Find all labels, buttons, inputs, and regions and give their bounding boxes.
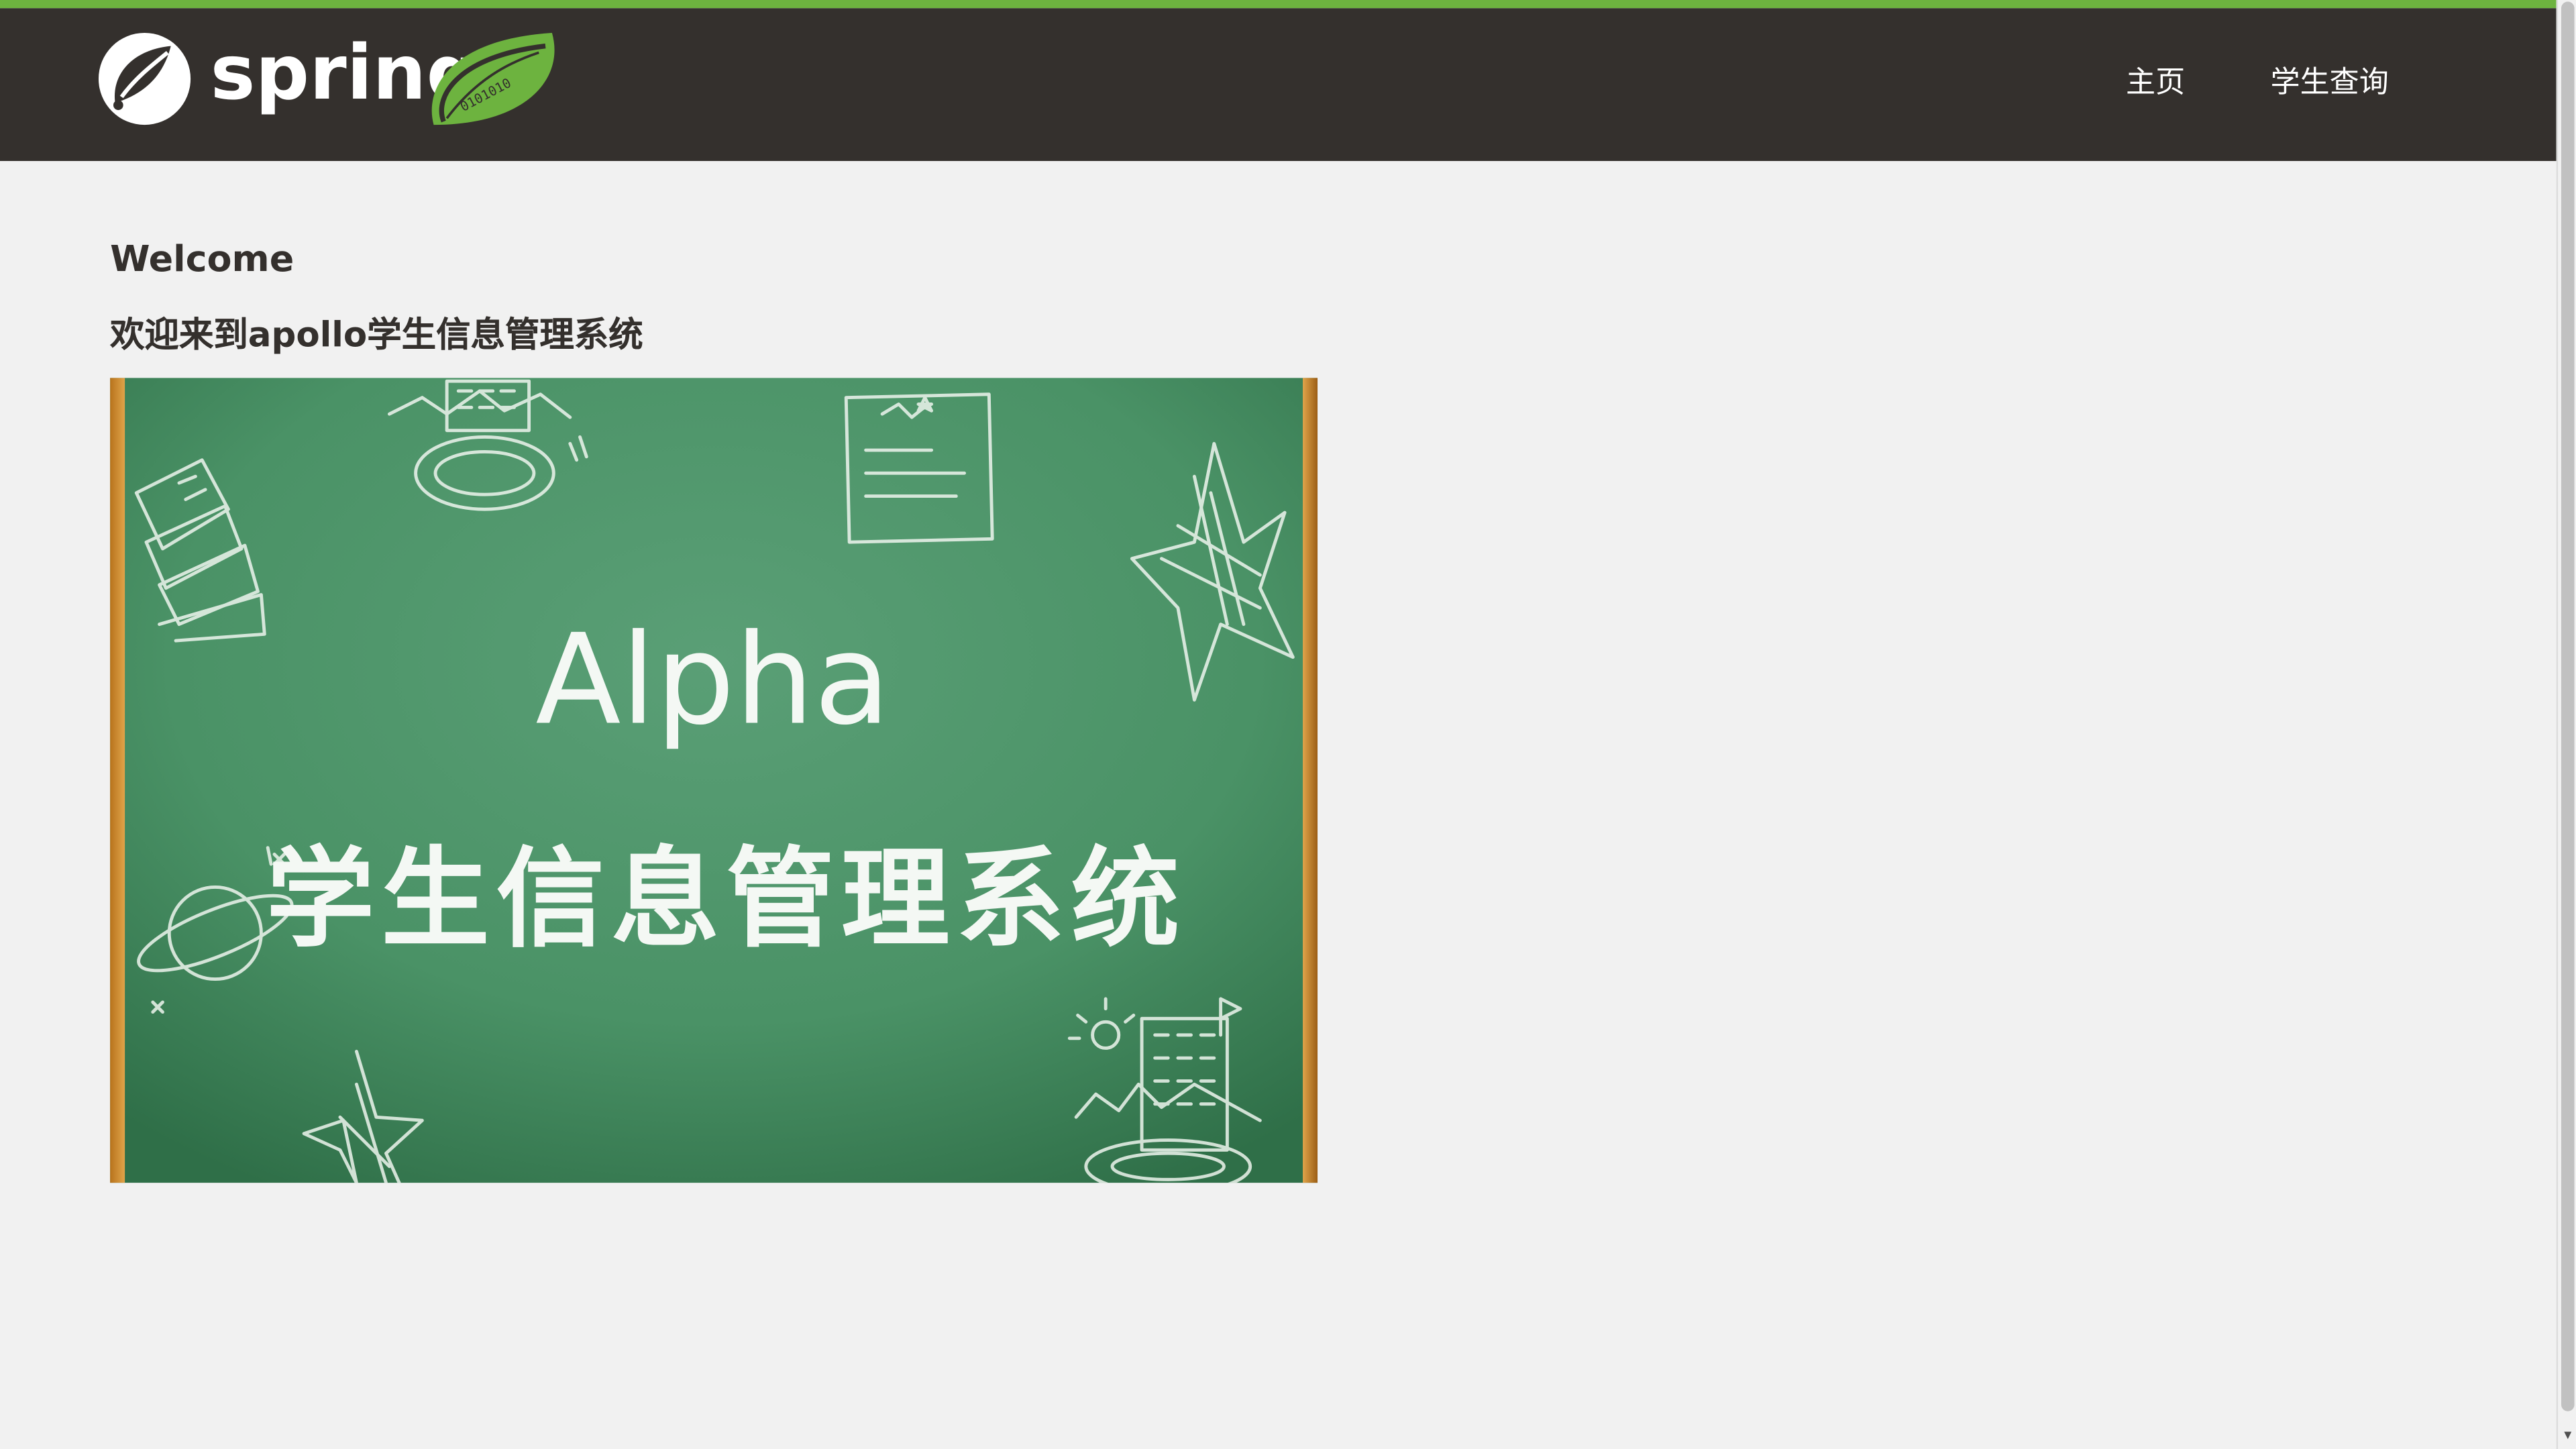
browser-viewport: spring 0101010 主页 学生查询 Welcome 欢迎来到apoll… [0,0,2576,1449]
board-frame-right [1303,378,1318,1183]
nav-home-link[interactable]: 主页 [2126,66,2185,102]
vertical-scrollbar[interactable]: ▾ [2556,0,2576,1449]
board-frame-left [110,378,125,1183]
banner-title: Alpha [535,607,890,753]
nav-student-query-link[interactable]: 学生查询 [2271,66,2389,102]
spring-logo-icon[interactable]: spring 0101010 [98,30,562,128]
navbar: spring 0101010 主页 学生查询 [0,8,2557,162]
page-title: Welcome [110,239,294,281]
scrollbar-thumb[interactable] [2561,1,2575,1411]
page-subtitle: 欢迎来到apollo学生信息管理系统 [110,315,643,355]
banner-subtitle: 学生信息管理系统 [266,837,1186,963]
banner-image: Alpha 学生信息管理系统 [110,378,1318,1183]
top-accent-stripe [0,0,2557,9]
chevron-down-icon[interactable]: ▾ [2560,1426,2576,1446]
